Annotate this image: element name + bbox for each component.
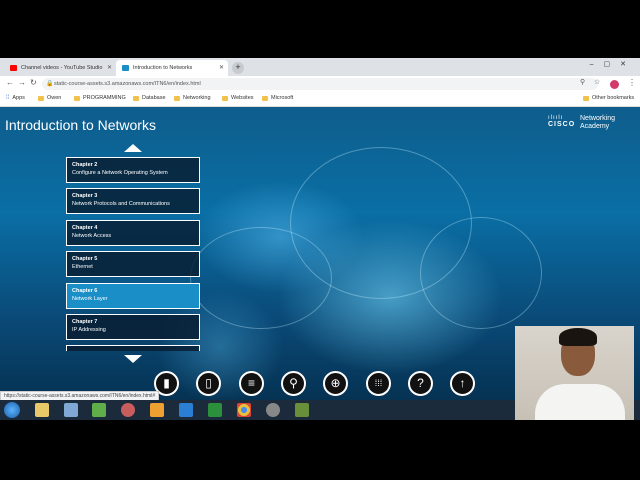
tab-label: Introduction to Networks [133, 65, 193, 71]
chapter-title: IP Addressing [72, 327, 106, 333]
close-icon[interactable]: ✕ [219, 64, 224, 71]
chapter-number: Chapter 6 [72, 288, 98, 294]
background-jellyfish [420, 217, 542, 329]
bookmark-label: Microsoft [271, 95, 294, 101]
chapter-item-active[interactable]: Chapter 6 Network Layer [66, 283, 200, 309]
youtube-icon [10, 65, 17, 71]
folder-icon [38, 95, 44, 101]
chapter-title: Configure a Network Operating System [72, 170, 168, 176]
chapter-title: Ethernet [72, 264, 93, 270]
star-icon[interactable]: ☆ [594, 78, 600, 86]
chapter-number: Chapter 2 [72, 162, 98, 168]
chapter-item-partial[interactable] [66, 345, 200, 351]
close-icon[interactable]: ✕ [107, 64, 112, 71]
bookmark-label: Database [142, 95, 166, 101]
scroll-down-arrow-icon[interactable] [124, 355, 142, 363]
chapter-item[interactable]: Chapter 7 IP Addressing [66, 314, 200, 340]
zoom-icon[interactable]: ⊕ [323, 371, 348, 396]
sublime-icon[interactable] [150, 403, 164, 417]
bookmark-apps[interactable]: ⁞⁞ Apps [6, 95, 25, 101]
logo-line2: Academy [580, 123, 610, 130]
bookmark-database[interactable]: Database [133, 95, 166, 101]
menu-icon[interactable]: ≡ [239, 371, 264, 396]
bookmark-programming[interactable]: PROGRAMMING [74, 95, 126, 101]
back-icon[interactable]: ← [6, 78, 14, 87]
tab-youtube-studio[interactable]: Channel videos - YouTube Studio ✕ [4, 60, 116, 76]
app-icon[interactable] [121, 403, 135, 417]
scroll-up-arrow-icon[interactable] [124, 144, 142, 152]
zoom-icon[interactable]: ⚲ [580, 78, 585, 86]
app-icon[interactable] [64, 403, 78, 417]
app-icon[interactable] [295, 403, 309, 417]
bookmark-microsoft[interactable]: Microsoft [262, 95, 293, 101]
logo-brand: CISCO [548, 121, 576, 128]
cisco-logo: ılıılı CISCO Networking Academy [548, 115, 615, 130]
bookmarks-bar: ⁞⁞ Apps Owen PROGRAMMING Database Networ… [0, 92, 640, 107]
bookmark-label: Apps [12, 95, 25, 101]
folder-icon [133, 95, 139, 101]
up-arrow-icon[interactable]: ↑ [450, 371, 475, 396]
new-tab-button[interactable]: + [232, 62, 244, 74]
chapter-number: Chapter 5 [72, 256, 98, 262]
chapter-item[interactable]: Chapter 4 Network Access [66, 220, 200, 246]
bookmark-label: Networking [183, 95, 211, 101]
search-icon[interactable]: ⚲ [281, 371, 306, 396]
webcam-person-body [535, 384, 625, 420]
start-button[interactable] [4, 402, 20, 418]
chapter-number: Chapter 4 [72, 225, 98, 231]
app-icon[interactable] [266, 403, 280, 417]
bookmark-label: Websites [231, 95, 254, 101]
logo-line1: Networking [580, 115, 616, 122]
avatar[interactable] [610, 80, 619, 89]
chapter-title: Network Access [72, 233, 112, 239]
bookmark-networking[interactable]: Networking [174, 95, 211, 101]
folder-icon [222, 95, 228, 101]
grid-icon[interactable]: ⁞⁞⁞ [366, 371, 391, 396]
forward-icon[interactable]: → [18, 78, 26, 87]
tab-strip: Channel videos - YouTube Studio ✕ Introd… [0, 58, 640, 76]
pycharm-icon[interactable] [208, 403, 222, 417]
reload-icon[interactable]: ↻ [30, 78, 37, 87]
globe-icon [122, 65, 129, 71]
more-icon[interactable]: ⋮ [628, 78, 636, 87]
chrome-icon[interactable] [237, 403, 251, 417]
bookmark-websites[interactable]: Websites [222, 95, 254, 101]
bookmark-icon[interactable]: ▯ [196, 371, 221, 396]
url-text: static-course-assets.s3.amazonaws.com/IT… [54, 81, 201, 87]
webcam-overlay [515, 326, 634, 420]
bookmark-label: PROGRAMMING [83, 95, 126, 101]
app-icon[interactable] [92, 403, 106, 417]
background-jellyfish [190, 227, 332, 329]
chapter-title: Network Protocols and Communications [72, 201, 170, 207]
other-bookmarks[interactable]: Other bookmarks [583, 95, 634, 101]
lock-icon: 🔒 [46, 81, 54, 87]
webcam-person-hair [559, 328, 597, 346]
address-bar[interactable]: 🔒 static-course-assets.s3.amazonaws.com/… [42, 78, 598, 90]
chapter-number: Chapter 3 [72, 193, 98, 199]
chapter-item[interactable]: Chapter 2 Configure a Network Operating … [66, 157, 200, 183]
chapter-number: Chapter 7 [72, 319, 98, 325]
folder-icon [174, 95, 180, 101]
chapter-item[interactable]: Chapter 3 Network Protocols and Communic… [66, 188, 200, 214]
chapter-title: Network Layer [72, 296, 108, 302]
file-explorer-icon[interactable] [35, 403, 49, 417]
help-icon[interactable]: ? [408, 371, 433, 396]
apps-icon: ⁞⁞ [6, 95, 10, 101]
vscode-icon[interactable] [179, 403, 193, 417]
folder-icon [583, 95, 589, 101]
navigation-bar: ← → ↻ 🔒 static-course-assets.s3.amazonaw… [0, 76, 640, 92]
tab-introduction-to-networks[interactable]: Introduction to Networks ✕ [116, 60, 228, 76]
folder-icon [262, 95, 268, 101]
window-controls[interactable]: –▢✕ [590, 60, 636, 68]
bookmark-owen[interactable]: Owen [38, 95, 61, 101]
bookmark-label: Other bookmarks [592, 95, 635, 101]
folder-icon [74, 95, 80, 101]
bookmark-label: Owen [47, 95, 62, 101]
chapter-item[interactable]: Chapter 5 Ethernet [66, 251, 200, 277]
page-title: Introduction to Networks [5, 117, 156, 133]
tab-label: Channel videos - YouTube Studio [21, 65, 103, 71]
